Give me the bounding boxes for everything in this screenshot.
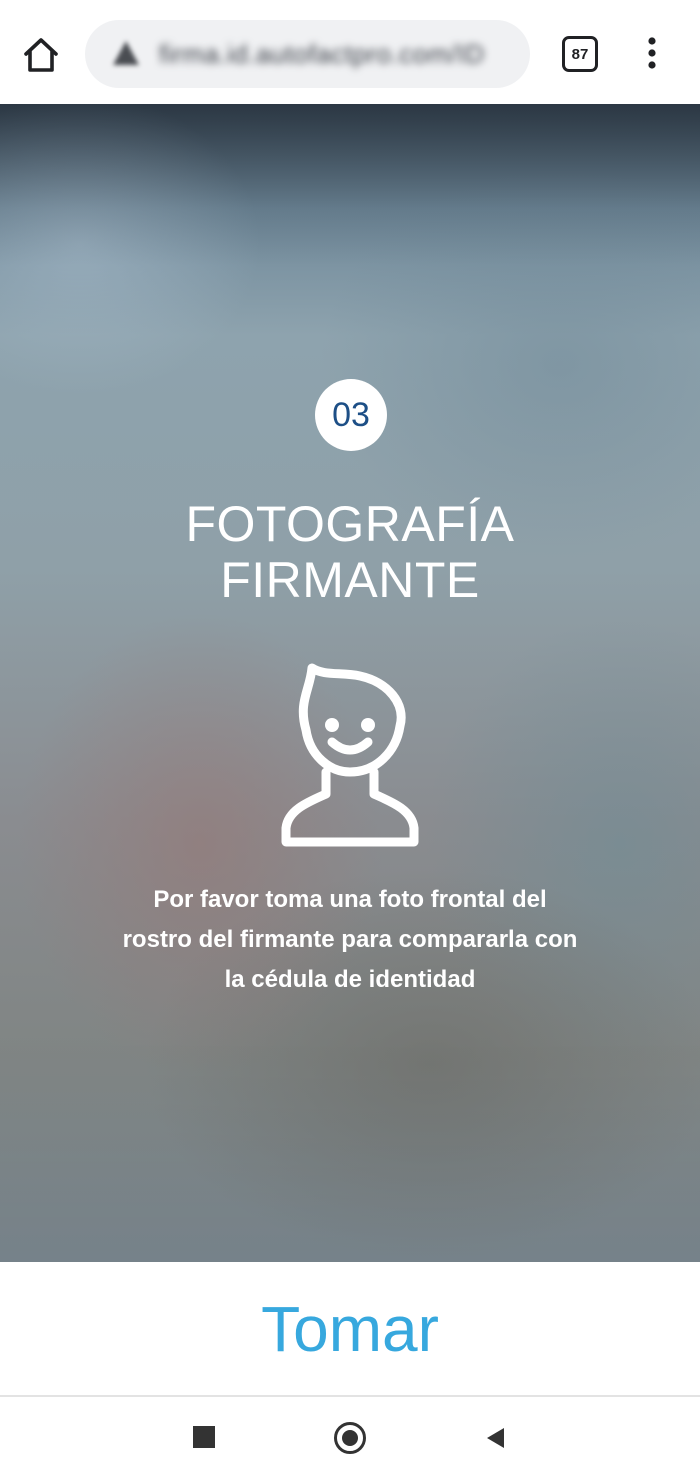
home-button[interactable] [18, 32, 64, 78]
warning-triangle-icon [113, 41, 139, 65]
take-photo-button[interactable]: Tomar [200, 1286, 500, 1372]
back-triangle-icon[interactable] [484, 1426, 506, 1450]
step-title: FOTOGRAFÍA FIRMANTE [50, 496, 650, 608]
step-title-line2: FIRMANTE [220, 552, 480, 608]
instructions-text: Por favor toma una foto frontal del rost… [122, 886, 578, 993]
android-navigation-bar [0, 1397, 700, 1477]
step-title-line1: FOTOGRAFÍA [185, 496, 515, 552]
url-text: firma.id.autofactpro.com/ID [159, 39, 485, 69]
home-circle-icon[interactable] [334, 1422, 366, 1454]
url-bar[interactable]: firma.id.autofactpro.com/ID [85, 20, 530, 88]
action-area: Tomar [0, 1262, 700, 1396]
more-vert-icon [648, 37, 656, 69]
browser-toolbar: firma.id.autofactpro.com/ID 87 [0, 0, 700, 104]
home-icon [24, 38, 58, 72]
step-number-badge: 03 [315, 379, 387, 451]
camera-viewfinder: 03 FOTOGRAFÍA FIRMANTE Por favor toma un… [0, 104, 700, 1262]
home-circle-dot [342, 1430, 358, 1446]
recents-square-icon[interactable] [193, 1426, 215, 1448]
face-avatar-icon [281, 663, 419, 847]
browser-menu-button[interactable] [640, 36, 664, 72]
tab-switcher-button[interactable]: 87 [562, 36, 598, 72]
tab-count: 87 [562, 36, 598, 72]
